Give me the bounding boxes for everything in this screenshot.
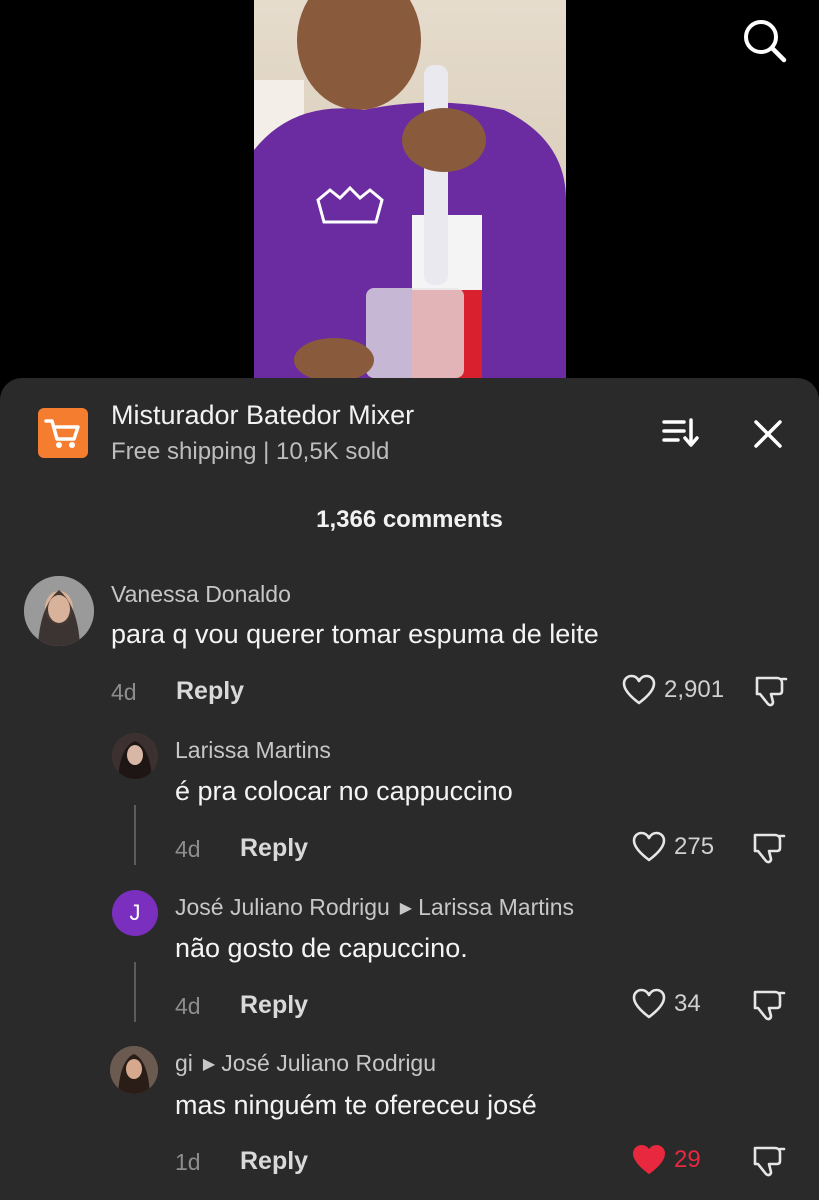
like-button[interactable]: 2,901 — [622, 674, 724, 706]
like-button[interactable]: 275 — [632, 831, 714, 863]
close-icon — [754, 420, 782, 448]
comment-author[interactable]: gi ▶ José Juliano Rodrigu — [175, 1050, 436, 1077]
thread-line — [134, 962, 136, 1022]
comment-text: mas ninguém te ofereceu josé — [175, 1090, 537, 1120]
search-button[interactable] — [740, 16, 788, 64]
comment-author-name: José Juliano Rodrigu — [175, 894, 390, 920]
video-player[interactable] — [0, 0, 819, 380]
thumbs-down-icon — [753, 833, 786, 864]
reply-button[interactable]: Reply — [240, 991, 308, 1020]
avatar-photo — [112, 733, 158, 779]
dislike-button[interactable] — [753, 674, 789, 708]
like-button[interactable]: 29 — [632, 1144, 701, 1176]
comment-age: 4d — [175, 993, 201, 1019]
reply-button[interactable]: Reply — [176, 677, 244, 706]
reply-arrow-icon: ▶ — [399, 900, 413, 917]
sort-icon — [662, 418, 699, 447]
heart-filled-icon — [633, 1145, 665, 1174]
product-title[interactable]: Misturador Batedor Mixer — [111, 400, 414, 431]
search-icon — [744, 20, 787, 63]
avatar-photo — [110, 1046, 158, 1094]
comment-text: não gosto de capuccino. — [175, 933, 468, 963]
comment-author-name: gi — [175, 1050, 193, 1076]
like-count: 275 — [674, 833, 715, 860]
dislike-button[interactable] — [751, 1144, 787, 1178]
product-thumbnail[interactable] — [38, 408, 88, 458]
heart-icon — [632, 831, 666, 862]
comment-author[interactable]: Larissa Martins — [175, 737, 331, 764]
comment-age: 4d — [175, 836, 201, 862]
video-frame[interactable] — [254, 0, 566, 378]
video-thumbnail-illustration — [254, 0, 566, 378]
like-button[interactable]: 34 — [632, 988, 701, 1020]
avatar[interactable] — [112, 733, 158, 779]
like-count: 34 — [674, 990, 701, 1017]
like-count: 2,901 — [664, 676, 725, 703]
reply-to-name: Larissa Martins — [418, 894, 575, 920]
avatar-letter: J — [129, 900, 141, 925]
close-button[interactable] — [750, 416, 786, 452]
comments-sheet: Misturador Batedor Mixer Free shipping |… — [0, 378, 819, 1200]
comment-age: 1d — [175, 1149, 201, 1175]
avatar-photo — [24, 576, 94, 646]
reply-button[interactable]: Reply — [240, 834, 308, 863]
thumbs-down-icon — [753, 1146, 786, 1177]
comment-text: para q vou querer tomar espuma de leite — [111, 619, 599, 649]
thread-line — [134, 805, 136, 865]
heart-icon — [622, 674, 656, 705]
avatar[interactable] — [110, 1046, 158, 1094]
comment-author[interactable]: Vanessa Donaldo — [111, 581, 291, 608]
avatar[interactable] — [24, 576, 94, 646]
comment-text: é pra colocar no cappuccino — [175, 776, 513, 806]
reply-button[interactable]: Reply — [240, 1147, 308, 1176]
dislike-button[interactable] — [751, 988, 787, 1022]
like-count: 29 — [674, 1146, 701, 1173]
product-subtitle: Free shipping | 10,5K sold — [111, 438, 390, 465]
reply-to-name: José Juliano Rodrigu — [221, 1050, 437, 1076]
reply-arrow-icon: ▶ — [202, 1056, 216, 1073]
comment-author[interactable]: José Juliano Rodrigu ▶ Larissa Martins — [175, 894, 574, 921]
heart-icon — [632, 988, 666, 1019]
thumbs-down-icon — [753, 990, 786, 1021]
sort-comments-button[interactable] — [660, 416, 702, 450]
comments-count: 1,366 comments — [316, 506, 503, 533]
shopping-cart-icon — [44, 419, 80, 448]
avatar[interactable]: J — [112, 890, 158, 936]
dislike-button[interactable] — [751, 831, 787, 865]
comment-age: 4d — [111, 679, 137, 705]
thumbs-down-icon — [755, 676, 788, 707]
